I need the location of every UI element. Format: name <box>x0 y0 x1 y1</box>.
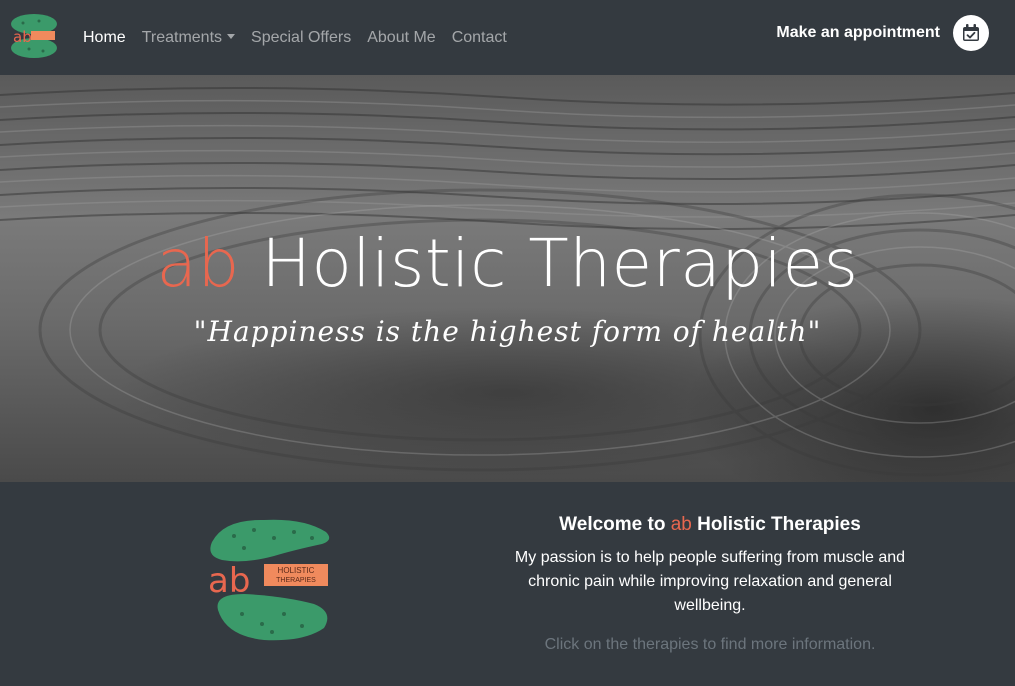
welcome-body: My passion is to help people suffering f… <box>514 549 906 614</box>
navbar: ab Home Treatments Special Offers About … <box>0 0 1015 75</box>
logo-ab-text: ab <box>13 28 32 46</box>
hero-banner: ab Holistic Therapies "Happiness is the … <box>0 75 1015 482</box>
nav-item-contact[interactable]: Contact <box>452 29 507 47</box>
nav-item-about-me[interactable]: About Me <box>367 29 435 47</box>
welcome-title-rest: Holistic Therapies <box>697 514 861 535</box>
hero-quote: "Happiness is the highest form of health… <box>193 315 822 348</box>
nav-item-home[interactable]: Home <box>83 29 126 47</box>
make-appointment-link[interactable]: Make an appointment <box>776 24 940 42</box>
hero-title-ab: ab <box>156 225 240 302</box>
ab-holistic-therapies-logo: HOLISTIC THERAPIES ab <box>208 519 330 641</box>
hero-title: ab Holistic Therapies <box>0 225 1015 302</box>
caret-down-icon <box>227 33 236 39</box>
welcome-hint: Click on the therapies to find more info… <box>544 636 876 653</box>
welcome-title: Welcome to ab Holistic Therapies <box>400 514 1015 536</box>
logo-therapies-text: THERAPIES <box>276 577 316 584</box>
welcome-section: HOLISTIC THERAPIES ab Welcome to ab Holi… <box>0 482 1015 686</box>
welcome-title-start: Welcome to <box>559 514 666 535</box>
hero-title-text: Holistic Therapies <box>261 225 859 302</box>
logo-holistic-text: HOLISTIC <box>278 566 315 575</box>
big-logo-ab-text: ab <box>208 561 250 601</box>
nav-item-treatments[interactable]: Treatments <box>141 28 236 47</box>
nav-links: Home Treatments Special Offers About Me … <box>83 0 523 75</box>
brand-logo-icon[interactable]: ab <box>9 11 59 61</box>
nav-item-special-offers[interactable]: Special Offers <box>251 29 351 47</box>
nav-item-treatments-label: Treatments <box>141 28 223 46</box>
welcome-title-ab: ab <box>670 514 692 535</box>
calendar-check-icon[interactable] <box>953 15 989 51</box>
